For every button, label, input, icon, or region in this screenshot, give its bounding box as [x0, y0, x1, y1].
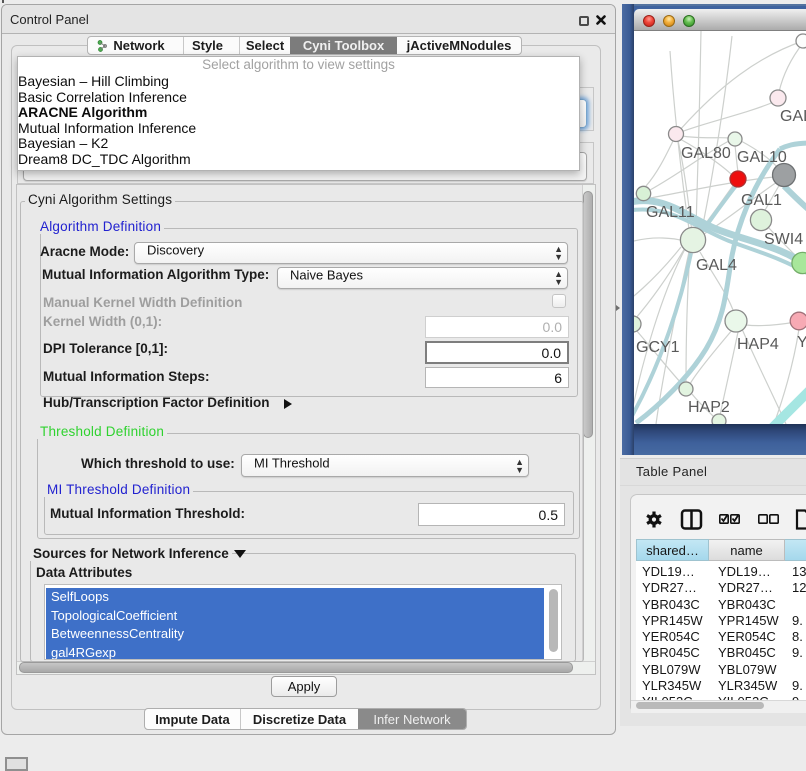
svg-text:HAP4: HAP4 [737, 336, 779, 353]
svg-text:GAL80: GAL80 [681, 145, 731, 162]
svg-text:Y: Y [797, 334, 806, 351]
svg-text:GAL1: GAL1 [741, 192, 782, 209]
svg-text:GAL4: GAL4 [696, 257, 737, 274]
svg-text:GAL7: GAL7 [780, 108, 806, 125]
svg-text:SWI4: SWI4 [764, 231, 803, 248]
svg-text:GAL10: GAL10 [737, 149, 787, 166]
svg-text:HAP2: HAP2 [688, 399, 730, 416]
svg-text:GCY1: GCY1 [636, 339, 680, 356]
svg-text:GAL11: GAL11 [646, 204, 695, 221]
